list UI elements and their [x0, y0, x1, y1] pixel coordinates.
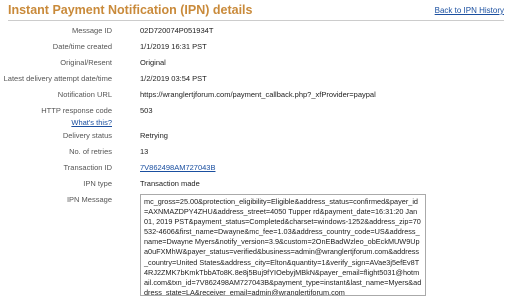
message-id-label: Message ID — [71, 26, 112, 35]
transaction-id-link[interactable]: 7V862498AM727043B — [140, 161, 215, 175]
transaction-id-row: Transaction ID 7V862498AM727043B — [0, 161, 512, 175]
page-title: Instant Payment Notification (IPN) detai… — [8, 3, 253, 17]
ipn-type-label: IPN type — [83, 179, 112, 188]
retries-row: No. of retries 13 — [0, 145, 512, 159]
delivery-status-row: Delivery status Retrying — [0, 129, 512, 143]
message-id-row: Message ID 02D720074P051934T — [0, 24, 512, 38]
date-created-value: 1/1/2019 16:31 PST — [140, 42, 207, 51]
http-response-row: HTTP response code 503 — [0, 104, 512, 118]
retries-label: No. of retries — [69, 147, 112, 156]
original-resent-value: Original — [140, 58, 166, 67]
date-created-label: Date/time created — [52, 42, 112, 51]
title-divider — [8, 20, 504, 21]
original-resent-row: Original/Resent Original — [0, 56, 512, 70]
http-response-label: HTTP response code — [41, 106, 112, 115]
whats-this-link[interactable]: What's this? — [71, 118, 112, 128]
transaction-id-label: Transaction ID — [63, 163, 113, 172]
delivery-status-label: Delivery status — [62, 131, 112, 140]
latest-delivery-row: Latest delivery attempt date/time 1/2/20… — [0, 72, 512, 86]
notification-url-row: Notification URL https://wranglertjforum… — [0, 88, 512, 102]
http-response-value: 503 — [140, 106, 153, 115]
ipn-type-row: IPN type Transaction made — [0, 177, 512, 191]
notification-url-value: https://wranglertjforum.com/payment_call… — [140, 90, 376, 99]
delivery-status-value: Retrying — [140, 131, 168, 140]
ipn-message-label: IPN Message — [66, 195, 112, 204]
message-id-value: 02D720074P051934T — [140, 26, 214, 35]
ipn-type-value: Transaction made — [140, 179, 200, 188]
notification-url-label: Notification URL — [57, 90, 112, 99]
latest-delivery-value: 1/2/2019 03:54 PST — [140, 74, 207, 83]
back-to-ipn-history-link[interactable]: Back to IPN History — [435, 6, 504, 15]
ipn-message-textarea[interactable]: mc_gross=25.00&protection_eligibility=El… — [140, 194, 426, 296]
latest-delivery-label: Latest delivery attempt date/time — [3, 74, 112, 83]
original-resent-label: Original/Resent — [60, 58, 112, 67]
date-created-row: Date/time created 1/1/2019 16:31 PST — [0, 40, 512, 54]
retries-value: 13 — [140, 147, 149, 156]
